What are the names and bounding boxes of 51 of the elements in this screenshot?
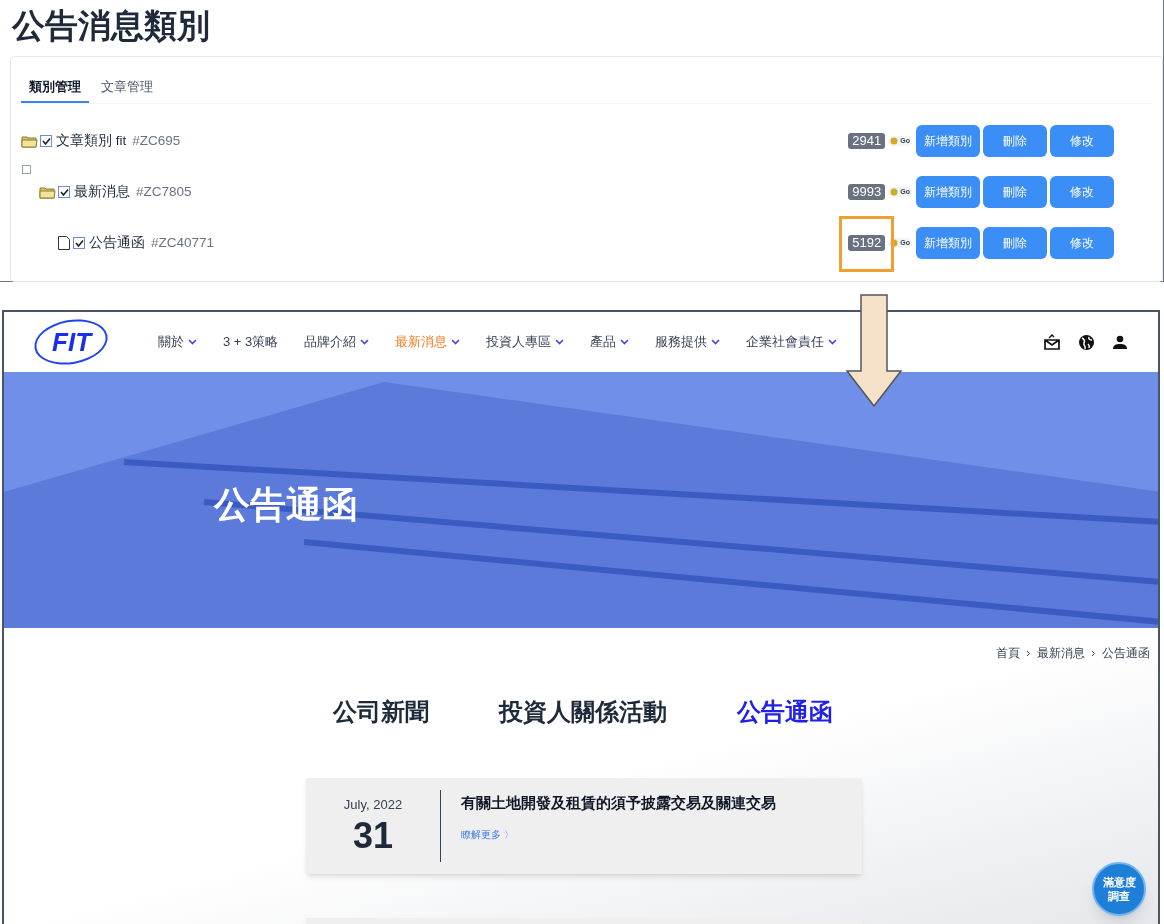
category-tab[interactable]: 公告通函 [737, 694, 833, 730]
chevron-down-icon [711, 339, 721, 345]
chevron-down-icon [360, 339, 370, 345]
category-code: #ZC40771 [151, 233, 215, 252]
category-code: #ZC695 [132, 131, 181, 150]
tab[interactable]: 文章管理 [93, 77, 161, 103]
category-tab[interactable]: 公司新聞 [333, 694, 429, 730]
nav-link[interactable]: 企業社會責任 [746, 332, 838, 352]
nav-link[interactable]: 品牌介紹 [304, 332, 370, 352]
nav-link[interactable]: 產品 [590, 332, 630, 352]
nav-link[interactable]: 投資人專區 [486, 332, 565, 352]
category-name: 公告通函 [89, 233, 145, 252]
post-month: July, 2022 [343, 796, 403, 815]
checkbox[interactable] [40, 135, 52, 147]
user-icon[interactable] [1112, 334, 1128, 350]
nav-link[interactable]: 關於 [158, 332, 197, 352]
folder-icon [21, 134, 38, 148]
post-day: 31 [352, 814, 393, 857]
breadcrumb-link[interactable]: 首頁 [996, 644, 1020, 662]
count-badge: 9993 [848, 184, 886, 200]
chevron-down-icon [188, 339, 197, 345]
breadcrumb-link[interactable]: 公告通函 [1102, 644, 1150, 662]
chevron-down-icon [555, 339, 565, 345]
checkbox[interactable] [73, 237, 85, 249]
collapse-toggle[interactable] [22, 164, 31, 174]
breadcrumb-link[interactable]: 最新消息 [1037, 644, 1085, 662]
post-title: 有關土地開發及租賃的須予披露交易及關連交易 [461, 793, 776, 813]
nav-link[interactable]: 3 + 3策略 [223, 332, 279, 352]
nav-link[interactable]: 服務提供 [655, 332, 721, 352]
chevron-down-icon [828, 339, 838, 345]
chevron-right-icon [1026, 649, 1031, 657]
chevron-right-icon [1091, 649, 1096, 657]
chevron-down-icon [451, 339, 461, 345]
category-code: #ZC7805 [136, 182, 192, 201]
hero-title: 公告通函 [214, 483, 358, 527]
globe-icon[interactable] [1078, 333, 1095, 351]
tab[interactable]: 類別管理 [21, 77, 89, 103]
document-icon [57, 235, 71, 251]
count-badge: 2941 [848, 133, 886, 149]
read-more-link[interactable]: 瞭解更多 〉 [461, 826, 776, 842]
mail-icon[interactable] [1043, 333, 1061, 351]
survey-button[interactable]: 滿意度調查 [1092, 862, 1146, 916]
category-name: 最新消息 [74, 182, 130, 201]
checkbox[interactable] [58, 186, 70, 198]
category-tab[interactable]: 投資人關係活動 [499, 694, 667, 730]
post-card[interactable]: July, 2022 31 有關土地開發及租賃的須予披露交易及關連交易 瞭解更多 〉 [306, 778, 862, 874]
category-name: 文章類別 fit [56, 131, 127, 150]
folder-icon [39, 185, 56, 199]
count-badge: 5192 [848, 235, 886, 251]
page-title: 公告消息類別 [10, 6, 211, 46]
chevron-down-icon [620, 339, 630, 345]
